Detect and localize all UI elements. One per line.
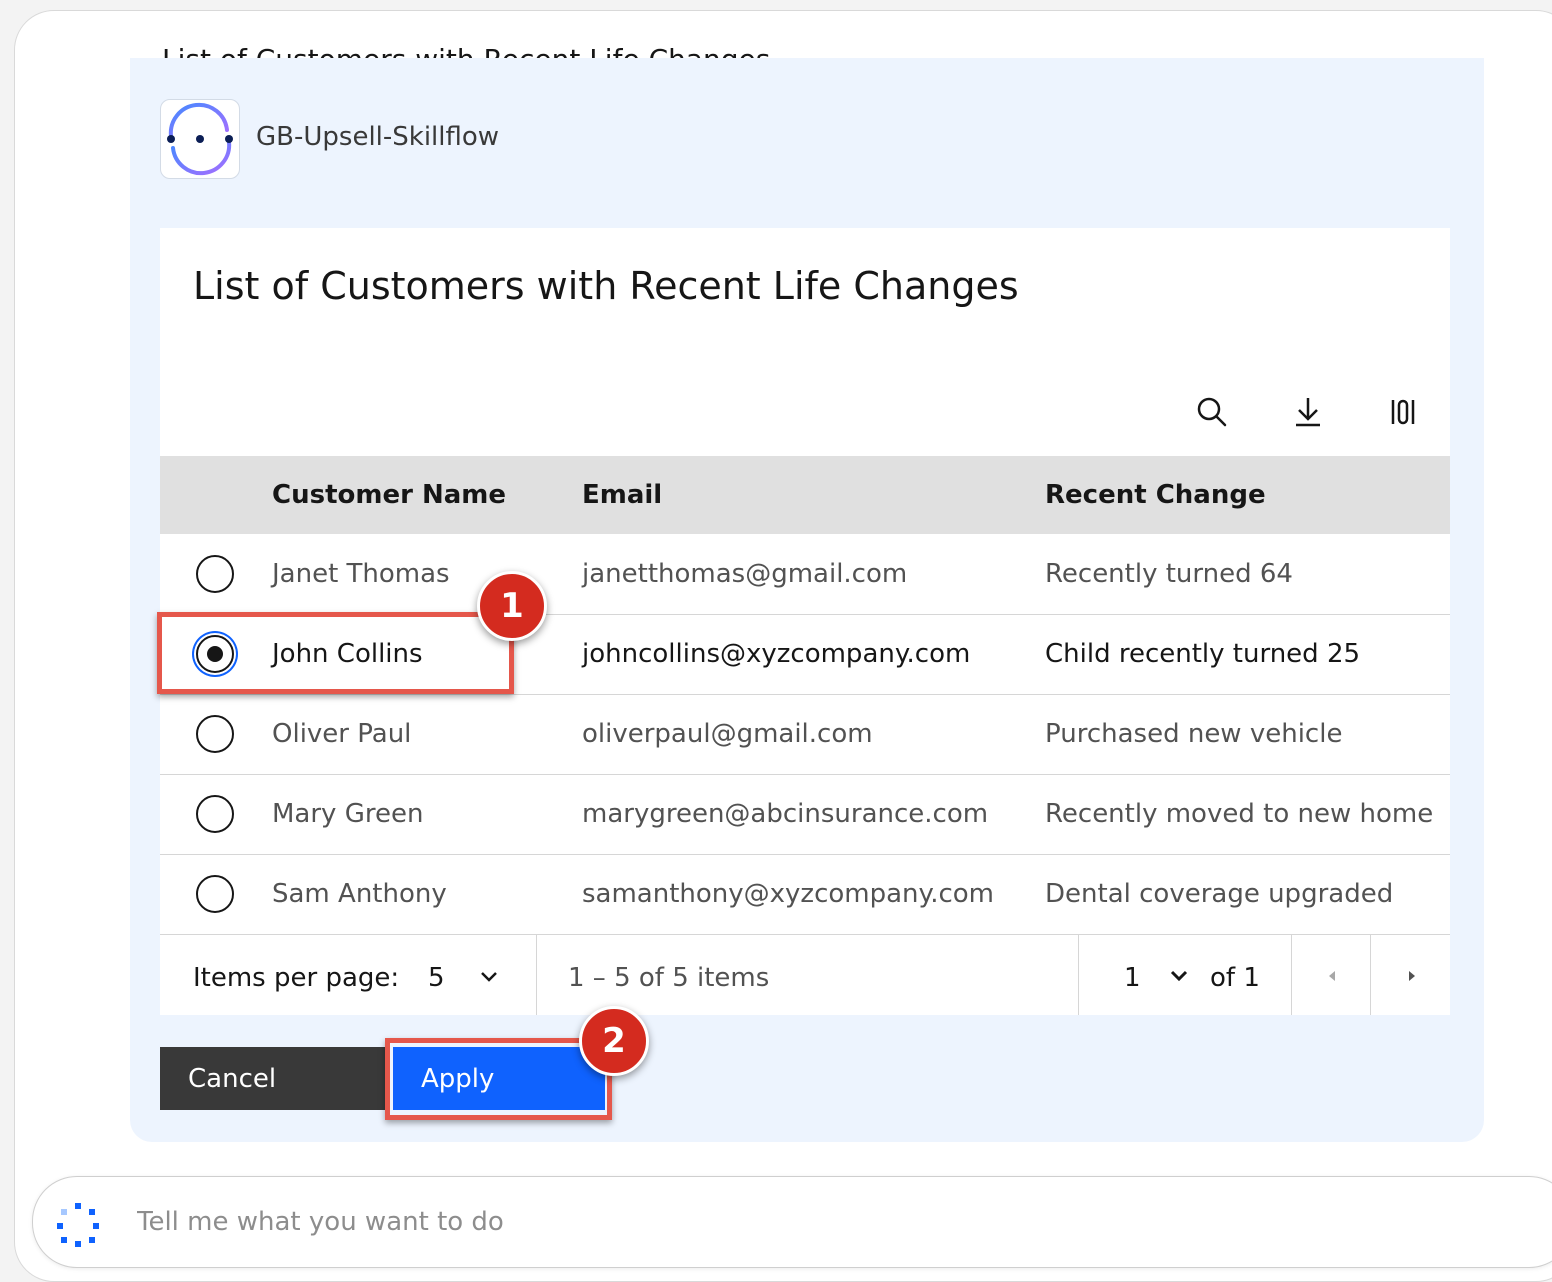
recent-change-cell: Purchased new vehicle — [1045, 719, 1343, 749]
email-cell: marygreen@abcinsurance.com — [582, 799, 989, 829]
step-2-highlight-box — [385, 1038, 612, 1120]
column-header-customer-name[interactable]: Customer Name — [272, 480, 506, 510]
email-cell: janetthomas@gmail.com — [582, 559, 908, 589]
column-header-recent-change[interactable]: Recent Change — [1045, 480, 1266, 510]
cancel-button[interactable]: Cancel — [160, 1047, 388, 1110]
skill-name: GB-Upsell-Skillflow — [256, 122, 500, 152]
search-icon[interactable] — [1194, 394, 1230, 430]
previous-page-icon[interactable] — [1321, 965, 1343, 987]
prompt-bar — [32, 1176, 1552, 1268]
recent-change-cell: Child recently turned 25 — [1045, 639, 1361, 669]
prompt-input[interactable] — [135, 1201, 1239, 1243]
next-page-icon[interactable] — [1401, 965, 1423, 987]
table-row[interactable]: Janet Thomas janetthomas@gmail.com Recen… — [160, 535, 1450, 615]
pager-divider — [1078, 935, 1079, 1015]
recent-change-cell: Recently turned 64 — [1045, 559, 1293, 589]
table-title: List of Customers with Recent Life Chang… — [193, 264, 1019, 308]
truncated-card-title: List of Customers with Recent Life Chang… — [162, 34, 770, 58]
items-per-page-label: Items per page: — [193, 963, 400, 993]
skill-logo-icon — [160, 99, 240, 179]
pager-divider — [1291, 935, 1292, 1015]
table-row[interactable]: Sam Anthony samanthony@xyzcompany.com De… — [160, 855, 1450, 935]
table-row[interactable]: Oliver Paul oliverpaul@gmail.com Purchas… — [160, 695, 1450, 775]
customer-name-cell: Oliver Paul — [272, 719, 412, 749]
column-header-email[interactable]: Email — [582, 480, 662, 510]
email-cell: samanthony@xyzcompany.com — [582, 879, 995, 909]
pager-divider — [536, 935, 537, 1015]
recent-change-cell: Recently moved to new home — [1045, 799, 1434, 829]
total-pages-text: of 1 — [1210, 963, 1260, 993]
row-select-radio[interactable] — [196, 875, 234, 913]
row-select-radio[interactable] — [196, 715, 234, 753]
step-1-highlight-box — [157, 612, 514, 694]
customer-name-cell: Janet Thomas — [272, 559, 450, 589]
email-cell: oliverpaul@gmail.com — [582, 719, 873, 749]
customer-name-cell: Sam Anthony — [272, 879, 447, 909]
email-cell: johncollins@xyzcompany.com — [582, 639, 971, 669]
page-select[interactable]: 1 — [1124, 963, 1141, 993]
row-select-radio[interactable] — [196, 795, 234, 833]
chevron-down-icon[interactable] — [478, 965, 500, 987]
pagination-bar: Items per page: 5 1 – 5 of 5 items 1 of … — [160, 934, 1450, 1015]
table-header: Customer Name Email Recent Change — [160, 456, 1450, 534]
item-range-text: 1 – 5 of 5 items — [568, 963, 770, 993]
assistant-spinner-icon — [57, 1203, 99, 1247]
step-2-badge: 2 — [579, 1006, 649, 1076]
chevron-down-icon[interactable] — [1168, 965, 1190, 987]
column-settings-icon[interactable] — [1386, 394, 1422, 430]
items-per-page-select[interactable]: 5 — [428, 963, 445, 993]
row-select-radio[interactable] — [196, 555, 234, 593]
download-icon[interactable] — [1290, 394, 1326, 430]
step-1-badge: 1 — [477, 571, 547, 641]
pager-divider — [1370, 935, 1371, 1015]
recent-change-cell: Dental coverage upgraded — [1045, 879, 1394, 909]
table-row[interactable]: Mary Green marygreen@abcinsurance.com Re… — [160, 775, 1450, 855]
customer-name-cell: Mary Green — [272, 799, 424, 829]
